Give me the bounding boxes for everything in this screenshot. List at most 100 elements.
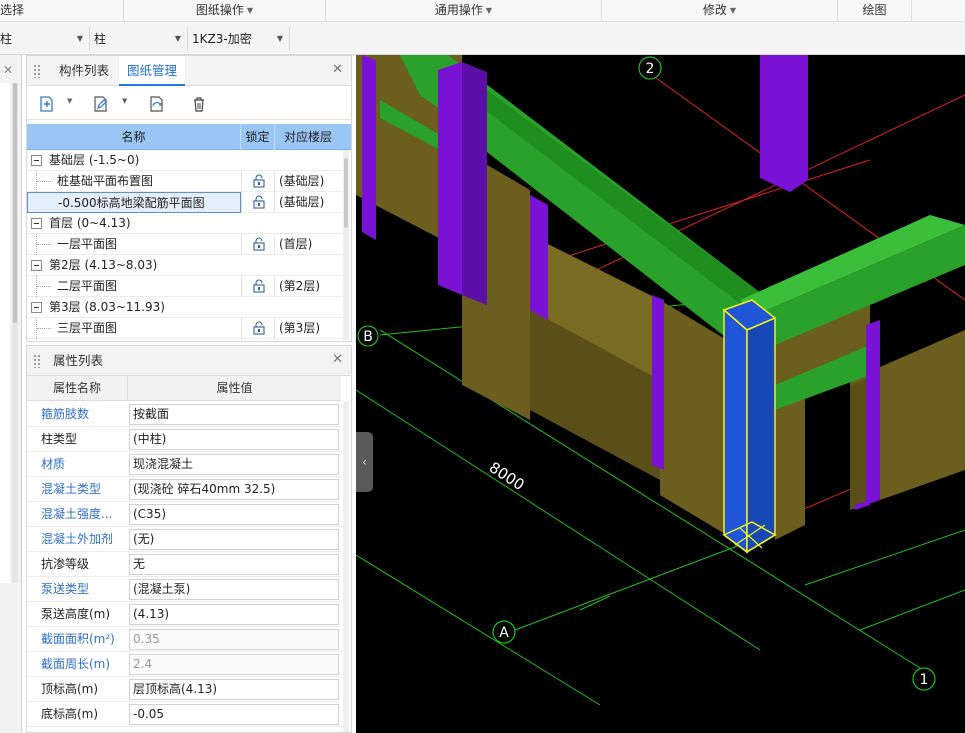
close-icon[interactable]: ✕: [3, 63, 13, 77]
property-value-field[interactable]: (4.13): [129, 604, 339, 625]
axis-bubble-1[interactable]: 1: [912, 667, 936, 691]
property-panel: 属性列表 ✕ 属性名称 属性值 箍筋肢数 按截面 柱类型 (中柱) 材质 现浇混凝土 混凝土…: [26, 345, 352, 733]
property-value-field[interactable]: 层顶标高(4.13): [129, 679, 339, 700]
close-icon[interactable]: ✕: [332, 352, 343, 367]
property-name: 截面周长(m): [41, 657, 111, 671]
property-row: 截面面积(m²) 0.35: [27, 627, 341, 652]
property-value-field[interactable]: 现浇混凝土: [129, 454, 339, 475]
property-value-field[interactable]: -0.05: [129, 704, 339, 725]
collapse-toggle-icon[interactable]: [31, 155, 42, 166]
collapse-panel-button[interactable]: ‹: [356, 432, 373, 492]
floor-group-row[interactable]: 第3层 (8.03~11.93): [27, 297, 343, 318]
replace-drawing-icon: [150, 96, 163, 112]
replace-drawing-button[interactable]: [143, 91, 169, 115]
drag-handle-icon[interactable]: [33, 64, 41, 78]
collapse-toggle-icon[interactable]: [31, 218, 42, 229]
navigation-list: [0, 83, 10, 583]
selected-column[interactable]: [722, 299, 777, 554]
drawing-row[interactable]: 桩基础平面布置图 (基础层): [27, 171, 343, 192]
property-value-field[interactable]: (无): [129, 529, 339, 550]
drawing-row[interactable]: 二层平面图 (第2层): [27, 276, 343, 297]
column-header-floor[interactable]: 对应楼层: [275, 124, 341, 150]
tab-component-list[interactable]: 构件列表: [51, 56, 117, 86]
property-row: 混凝土外加剂 (无): [27, 527, 341, 552]
drawing-name[interactable]: 一层平面图: [57, 234, 241, 255]
property-value-field[interactable]: 0.35: [129, 629, 339, 650]
column-header-name[interactable]: 名称: [27, 124, 241, 150]
scrollbar[interactable]: [343, 150, 349, 340]
scrollbar[interactable]: [343, 402, 349, 732]
column-header-property-value: 属性值: [216, 381, 253, 395]
property-row: 顶标高(m) 层顶标高(4.13): [27, 677, 341, 702]
chevron-down-icon: ▼: [276, 34, 283, 43]
close-icon[interactable]: ✕: [332, 62, 343, 77]
lock-toggle[interactable]: [241, 192, 275, 213]
property-value-field[interactable]: (混凝土泵): [129, 579, 339, 600]
floor-group-row[interactable]: 第2层 (4.13~8.03): [27, 255, 343, 276]
lock-toggle[interactable]: [241, 276, 275, 297]
navigation-strip: ✕: [0, 55, 22, 733]
axis-bubble-a[interactable]: A: [492, 620, 516, 644]
floor-group-label: 第2层 (4.13~8.03): [49, 258, 158, 272]
component-name-select[interactable]: 1KZ3-加密 ▼: [188, 27, 290, 51]
property-value-field[interactable]: 按截面: [129, 404, 339, 425]
property-value-field[interactable]: 无: [129, 554, 339, 575]
floor-group-row[interactable]: 首层 (0~4.13): [27, 213, 343, 234]
ribbon-group-common-ops[interactable]: 通用操作 ▼: [326, 0, 602, 21]
property-table-header: 属性名称 属性值: [27, 376, 341, 401]
ribbon-group-draw[interactable]: 绘图: [838, 0, 912, 21]
collapse-toggle-icon[interactable]: [31, 302, 42, 313]
delete-drawing-button[interactable]: [185, 91, 211, 115]
property-row: 泵送高度(m) (4.13): [27, 602, 341, 627]
chevron-down-icon: ▼: [246, 6, 254, 15]
property-row: 混凝土强度... (C35): [27, 502, 341, 527]
drag-handle-icon[interactable]: [33, 354, 41, 368]
axis-bubble-2[interactable]: 2: [638, 56, 662, 80]
property-name: 泵送类型: [41, 582, 90, 596]
ribbon-group-select[interactable]: 选择: [0, 0, 124, 21]
tab-drawing-management[interactable]: 图纸管理: [119, 56, 186, 86]
edit-drawing-button[interactable]: [87, 91, 113, 115]
drawing-name[interactable]: 二层平面图: [57, 276, 241, 297]
chevron-left-icon: ‹: [362, 455, 367, 469]
drawing-row[interactable]: 一层平面图 (首层): [27, 234, 343, 255]
drawing-row[interactable]: 三层平面图 (第3层): [27, 318, 343, 339]
ribbon-group-modify[interactable]: 修改 ▼: [602, 0, 838, 21]
collapse-toggle-icon[interactable]: [31, 260, 42, 271]
column-header-lock[interactable]: 锁定: [241, 124, 275, 150]
drawing-management-panel: 构件列表 图纸管理 ✕ ▼ ▼ 名称 锁定 对应楼层 基础层 (-1.5~0) …: [26, 55, 352, 342]
lock-toggle[interactable]: [241, 234, 275, 255]
property-name: 材质: [41, 457, 66, 471]
chevron-down-icon[interactable]: ▼: [67, 97, 72, 105]
edit-drawing-icon: [94, 96, 107, 112]
property-name: 混凝土外加剂: [41, 532, 114, 546]
drawing-table-header: 名称 锁定 对应楼层: [27, 124, 351, 150]
lock-toggle[interactable]: [241, 171, 275, 192]
chevron-down-icon[interactable]: ▼: [122, 97, 127, 105]
drawing-floor: (基础层): [279, 195, 325, 209]
drawing-name[interactable]: 三层平面图: [57, 318, 241, 339]
axis-bubble-b[interactable]: B: [357, 325, 379, 347]
model-canvas[interactable]: 2 B A 1 8000: [356, 55, 965, 733]
scrollbar[interactable]: [12, 83, 18, 583]
drawing-name[interactable]: 桩基础平面布置图: [57, 171, 241, 192]
property-value-field[interactable]: (现浇砼 碎石40mm 32.5): [129, 479, 339, 500]
lock-toggle[interactable]: [241, 318, 275, 339]
property-value-field[interactable]: (C35): [129, 504, 339, 525]
floor-group-row[interactable]: 基础层 (-1.5~0): [27, 150, 343, 171]
floor-type-select[interactable]: 柱 ▼: [0, 27, 90, 51]
drawing-floor: (第3层): [279, 321, 320, 335]
property-name: 柱类型: [41, 432, 78, 446]
drawing-floor: (基础层): [279, 174, 325, 188]
component-type-select[interactable]: 柱 ▼: [90, 27, 188, 51]
ribbon-group-drawing-ops[interactable]: 图纸操作 ▼: [124, 0, 326, 21]
add-drawing-button[interactable]: [33, 91, 59, 115]
tree-line: [37, 244, 51, 245]
property-name: 顶标高(m): [41, 682, 99, 696]
property-value-field[interactable]: (中柱): [129, 429, 339, 450]
property-value-field[interactable]: 2.4: [129, 654, 339, 675]
drawing-row[interactable]: -0.500标高地梁配筋平面图 (基础层): [27, 192, 343, 213]
drawing-name[interactable]: -0.500标高地梁配筋平面图: [27, 192, 241, 213]
property-row: 材质 现浇混凝土: [27, 452, 341, 477]
3d-viewport[interactable]: 2 B A 1 8000: [356, 55, 965, 733]
